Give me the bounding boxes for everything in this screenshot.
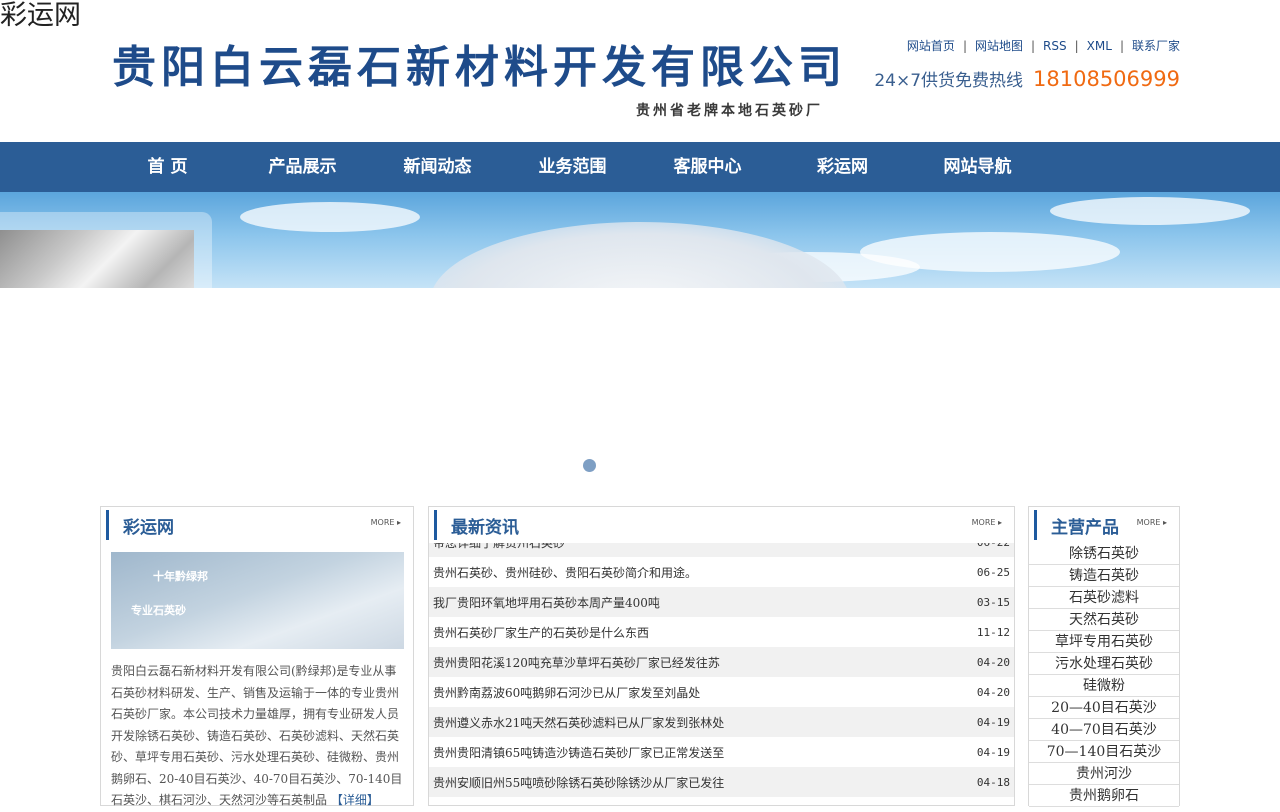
panel-header: 最新资讯 MORE ▸ [429, 507, 1014, 543]
nav-item-caiyun[interactable]: 彩运网 [775, 142, 910, 192]
hotline: 24×7供货免费热线 18108506999 [874, 66, 1180, 91]
news-item[interactable]: 贵州安顺旧州55吨喷砂除锈石英砂除锈沙从厂家已发往 04-18 [429, 767, 1014, 797]
news-item-title[interactable]: 贵州贵阳花溪120吨充草沙草坪石英砂厂家已经发往苏 [433, 654, 720, 671]
separator: | [1074, 38, 1079, 53]
about-detail-link[interactable]: 【详细】 [331, 793, 379, 807]
title-accent-bar [106, 510, 109, 540]
about-panel: 彩运网 MORE ▸ 十年黔绿邦 专业石英砂 贵阳白云磊石新材料开发有限公司(黔… [100, 506, 414, 807]
news-panel: 最新资讯 MORE ▸ 带您详细了解贵州石英砂 06-22 贵州石英砂、贵州硅砂、贵… [428, 506, 1015, 806]
cloud-shape [240, 202, 420, 232]
product-item[interactable]: 石英砂滤料 [1029, 587, 1179, 609]
nav-item-news[interactable]: 新闻动态 [370, 142, 505, 192]
news-item-title[interactable]: 贵州遵义赤水21吨天然石英砂滤料已从厂家发到张林处 [433, 714, 724, 731]
separator: | [1119, 38, 1124, 53]
more-label: MORE [370, 518, 395, 527]
news-item-date: 04-20 [976, 685, 1010, 699]
top-links: 网站首页 | 网站地图 | RSS | XML | 联系厂家 [907, 37, 1180, 54]
company-logo-title[interactable]: 贵阳白云磊石新材料开发有限公司 [112, 40, 847, 96]
news-item-date: 04-19 [976, 715, 1010, 729]
separator: | [1031, 38, 1036, 53]
top-link-rss[interactable]: RSS [1043, 39, 1067, 53]
company-slogan: 贵州省老牌本地石英砂厂 [636, 103, 823, 119]
banner-stone-photo [0, 230, 194, 288]
nav-item-business[interactable]: 业务范围 [505, 142, 640, 192]
news-item-date: 06-25 [976, 565, 1010, 579]
about-image: 十年黔绿邦 专业石英砂 [111, 552, 404, 649]
news-item[interactable]: 贵州贵阳清镇65吨铸造沙铸造石英砂厂家已正常发送至 04-19 [429, 737, 1014, 767]
news-title: 最新资讯 [451, 518, 519, 538]
top-link-contact[interactable]: 联系厂家 [1132, 37, 1180, 54]
more-label: MORE [971, 518, 996, 527]
nav-item-home[interactable]: 首 页 [100, 142, 235, 192]
panel-header: 主营产品 MORE ▸ [1029, 507, 1179, 543]
news-item-date: 04-20 [976, 655, 1010, 669]
news-list: 带您详细了解贵州石英砂 06-22 贵州石英砂、贵州硅砂、贵阳石英砂简介和用途。 06… [429, 543, 1014, 805]
news-item-title[interactable]: 带您详细了解贵州石英砂 [433, 543, 565, 551]
nav-item-products[interactable]: 产品展示 [235, 142, 370, 192]
about-text: 贵阳白云磊石新材料开发有限公司(黔绿邦)是专业从事石英砂材料研发、生产、销售及运… [111, 661, 403, 812]
news-item-title[interactable]: 我厂贵阳环氧地坪用石英砂本周产量400吨 [433, 594, 660, 611]
product-item[interactable]: 铸造石英砂 [1029, 565, 1179, 587]
news-item-date: 04-19 [976, 745, 1010, 759]
news-item-title[interactable]: 贵州石英砂、贵州硅砂、贵阳石英砂简介和用途。 [433, 564, 697, 581]
top-link-sitemap[interactable]: 网站地图 [975, 37, 1023, 54]
product-item[interactable]: 草坪专用石英砂 [1029, 631, 1179, 653]
about-image-text-2: 专业石英砂 [131, 604, 186, 617]
arrow-right-icon: ▸ [997, 518, 1002, 527]
news-item-date: 06-22 [977, 543, 1010, 549]
separator: | [962, 38, 967, 53]
main-nav: 首 页 产品展示 新闻动态 业务范围 客服中心 彩运网 网站导航 [0, 142, 1280, 192]
about-title: 彩运网 [123, 518, 174, 538]
news-item-date: 04-18 [976, 775, 1010, 789]
news-item-date: 11-12 [976, 625, 1010, 639]
about-image-text-1: 十年黔绿邦 [153, 570, 208, 583]
product-item[interactable]: 贵州河沙 [1029, 763, 1179, 785]
arrow-right-icon: ▸ [396, 518, 401, 527]
news-item[interactable]: 带您详细了解贵州石英砂 06-22 [429, 543, 1014, 557]
news-item[interactable]: 贵州遵义赤水21吨天然石英砂滤料已从厂家发到张林处 04-19 [429, 707, 1014, 737]
news-more-link[interactable]: MORE ▸ [972, 518, 1002, 527]
news-item[interactable]: 贵州石英砂、贵州硅砂、贵阳石英砂简介和用途。 06-25 [429, 557, 1014, 587]
news-item-date: 03-15 [976, 595, 1010, 609]
product-item[interactable]: 70—140目石英沙 [1029, 741, 1179, 763]
product-item[interactable]: 40—70目石英沙 [1029, 719, 1179, 741]
hotline-label: 24×7供货免费热线 [874, 71, 1024, 91]
news-item[interactable]: 我厂贵阳环氧地坪用石英砂本周产量400吨 03-15 [429, 587, 1014, 617]
products-title: 主营产品 [1051, 518, 1119, 538]
product-item[interactable]: 天然石英砂 [1029, 609, 1179, 631]
arrow-right-icon: ▸ [1162, 518, 1167, 527]
hero-banner [0, 192, 1280, 288]
products-more-link[interactable]: MORE ▸ [1137, 518, 1167, 527]
product-item[interactable]: 硅微粉 [1029, 675, 1179, 697]
top-link-xml[interactable]: XML [1087, 39, 1112, 53]
cloud-shape [1050, 197, 1250, 225]
nav-item-service[interactable]: 客服中心 [640, 142, 775, 192]
news-item-title[interactable]: 贵州贵阳清镇65吨铸造沙铸造石英砂厂家已正常发送至 [433, 744, 724, 761]
news-item-title[interactable]: 贵州石英砂厂家生产的石英砂是什么东西 [433, 624, 649, 641]
panel-header: 彩运网 MORE ▸ [101, 507, 413, 543]
header: 贵阳白云磊石新材料开发有限公司 贵州省老牌本地石英砂厂 网站首页 | 网站地图 … [0, 0, 1280, 142]
more-label: MORE [1136, 518, 1161, 527]
hotline-number: 18108506999 [1033, 67, 1180, 91]
news-item-title[interactable]: 贵州安顺旧州55吨喷砂除锈石英砂除锈沙从厂家已发往 [433, 774, 724, 791]
news-item-title[interactable]: 贵州黔南荔波60吨鹅卵石河沙已从厂家发至刘晶处 [433, 684, 700, 701]
about-body: 贵阳白云磊石新材料开发有限公司(黔绿邦)是专业从事石英砂材料研发、生产、销售及运… [111, 664, 403, 807]
news-item[interactable]: 贵州石英砂厂家生产的石英砂是什么东西 11-12 [429, 617, 1014, 647]
product-list: 除锈石英砂 铸造石英砂 石英砂滤料 天然石英砂 草坪专用石英砂 污水处理石英砂 硅微粉 20—… [1029, 543, 1179, 807]
site-name: 彩运网 [0, 0, 81, 31]
news-item[interactable]: 贵州贵阳花溪120吨充草沙草坪石英砂厂家已经发往苏 04-20 [429, 647, 1014, 677]
title-accent-bar [1034, 510, 1037, 540]
news-item[interactable]: 贵州黔南荔波60吨鹅卵石河沙已从厂家发至刘晶处 04-20 [429, 677, 1014, 707]
about-more-link[interactable]: MORE ▸ [371, 518, 401, 527]
top-link-home[interactable]: 网站首页 [907, 37, 955, 54]
product-item[interactable]: 污水处理石英砂 [1029, 653, 1179, 675]
nav-item-sitenav[interactable]: 网站导航 [910, 142, 1045, 192]
products-panel: 主营产品 MORE ▸ 除锈石英砂 铸造石英砂 石英砂滤料 天然石英砂 草坪专用石英砂污… [1028, 506, 1180, 807]
product-item[interactable]: 20—40目石英沙 [1029, 697, 1179, 719]
product-item[interactable]: 除锈石英砂 [1029, 543, 1179, 565]
slider-dot[interactable] [583, 459, 596, 472]
banner-sand-image [430, 222, 850, 288]
product-item[interactable]: 贵州鹅卵石 [1029, 785, 1179, 807]
title-accent-bar [434, 510, 437, 540]
